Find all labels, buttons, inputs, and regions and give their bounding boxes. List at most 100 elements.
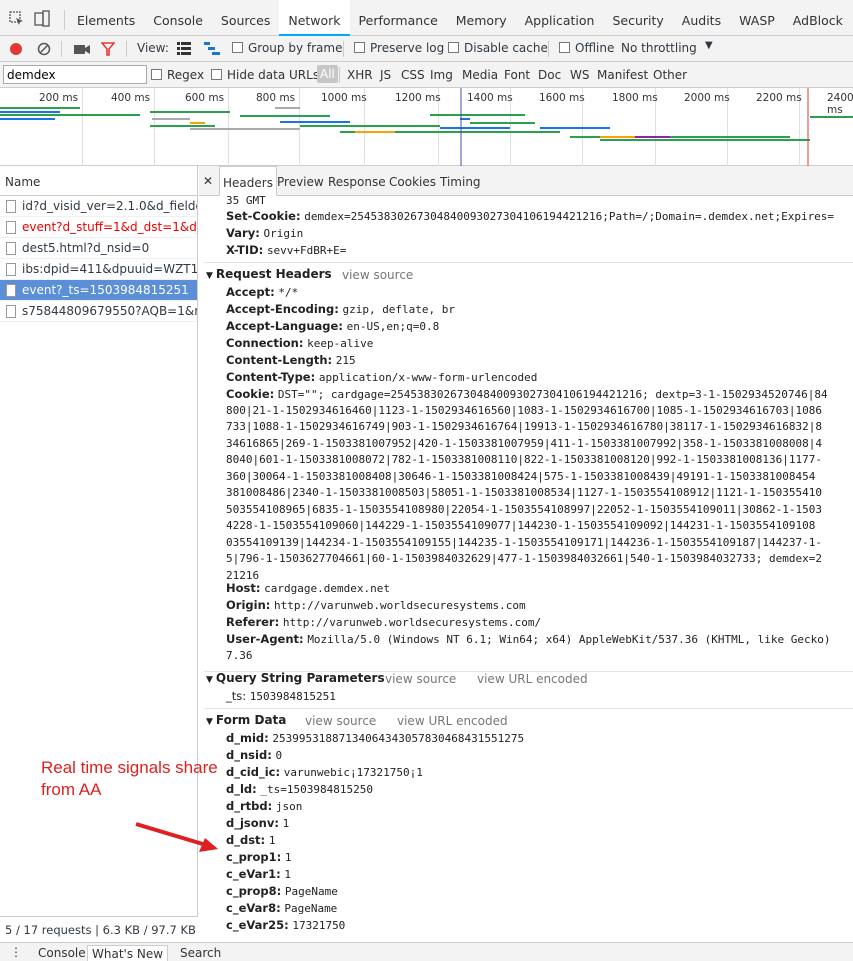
offline-checkbox[interactable]: Offline [559, 41, 614, 55]
filter-type-ws[interactable]: WS [570, 68, 589, 82]
form-field-value: PageName [284, 885, 338, 898]
request-row[interactable]: ibs:dpid=411&dpuuid=WZT1... [0, 259, 197, 280]
network-toolbar: View: Group by frame Preserve log Disabl… [0, 36, 853, 62]
hide-data-urls-label: Hide data URLs [227, 68, 320, 82]
form-field-value: _ts=1503984815250 [260, 783, 374, 796]
tab-headers[interactable]: Headers [219, 166, 277, 196]
throttling-select[interactable]: No throttling ▼ [621, 40, 713, 55]
request-header: Origin: http://varunweb.worldsecuresyste… [226, 598, 526, 612]
drawer-tab-console[interactable]: Console [38, 946, 86, 960]
section-divider [204, 262, 853, 263]
request-row[interactable]: s75844809679550?AQB=1&n... [0, 301, 197, 322]
toolbar-divider [339, 67, 340, 83]
inspect-element-icon[interactable] [8, 10, 26, 28]
request-header-value: cardgage.demdex.net [264, 582, 390, 595]
checkbox-box [448, 42, 459, 53]
request-header-key: Connection: [226, 336, 304, 350]
filter-input[interactable] [3, 65, 147, 84]
form-field: d_rtbd: json [226, 799, 302, 813]
name-column-header[interactable]: Name [0, 166, 197, 196]
tab-sources[interactable]: Sources [212, 0, 279, 36]
tab-audits[interactable]: Audits [673, 0, 730, 36]
form-field: d_dst: 1 [226, 833, 275, 847]
close-icon[interactable]: ✕ [203, 174, 213, 188]
disable-cache-checkbox[interactable]: Disable cache [448, 41, 548, 55]
overview-timeline[interactable]: 200 ms 400 ms 600 ms 800 ms 1000 ms 1200 ms 14… [0, 88, 853, 166]
request-header: Accept-Encoding: gzip, deflate, br [226, 302, 455, 316]
view-source-link[interactable]: view source [305, 714, 376, 728]
form-field-key: d_cid_ic: [226, 765, 281, 779]
detail-tabs: ✕ Headers Preview Response Cookies Timing [199, 166, 853, 196]
request-bars [0, 88, 853, 166]
form-field-key: c_prop8: [226, 884, 282, 898]
filter-type-xhr[interactable]: XHR [347, 68, 373, 82]
filter-type-doc[interactable]: Doc [538, 68, 561, 82]
form-field-value: 17321750 [292, 919, 346, 932]
record-icon[interactable] [9, 42, 23, 56]
form-field-value: PageName [284, 902, 338, 915]
file-icon [6, 221, 16, 234]
request-row[interactable]: dest5.html?d_nsid=0 [0, 238, 197, 259]
filter-type-media[interactable]: Media [462, 68, 498, 82]
request-header-value: Mozilla/5.0 (Windows NT 6.1; Win64; x64)… [307, 633, 831, 646]
form-field: d_ld: _ts=1503984815250 [226, 782, 373, 796]
group-by-frame-checkbox[interactable]: Group by frame [232, 41, 342, 55]
request-header-key: Content-Length: [226, 353, 333, 367]
view-source-link[interactable]: view source [385, 672, 456, 686]
tab-network[interactable]: Network [279, 0, 350, 36]
tab-memory[interactable]: Memory [447, 0, 516, 36]
filter-type-css[interactable]: CSS [401, 68, 425, 82]
screenshot-icon[interactable] [74, 43, 90, 55]
request-row[interactable]: event?d_stuff=1&d_dst=1&d_... [0, 217, 197, 238]
file-icon [6, 284, 16, 297]
filter-type-font[interactable]: Font [504, 68, 530, 82]
group-by-frame-label: Group by frame [248, 41, 343, 55]
hide-data-urls-checkbox[interactable]: Hide data URLs [211, 68, 319, 82]
drawer-tab-search[interactable]: Search [180, 946, 221, 960]
view-source-link[interactable]: view source [342, 268, 413, 282]
tab-security[interactable]: Security [603, 0, 672, 36]
form-data-section[interactable]: ▼ Form Data [206, 713, 286, 727]
request-row[interactable]: id?d_visid_ver=2.1.0&d_fieldgr... [0, 196, 197, 217]
drawer-menu-icon[interactable]: ⋮ [10, 945, 22, 959]
cookie-header-key: Cookie: [226, 387, 275, 401]
file-icon [6, 242, 16, 255]
filter-type-other[interactable]: Other [653, 68, 687, 82]
view-url-encoded-link[interactable]: view URL encoded [477, 672, 588, 686]
filter-icon[interactable] [101, 42, 115, 56]
large-rows-icon[interactable] [177, 42, 191, 55]
request-header: Accept-Language: en-US,en;q=0.8 [226, 319, 439, 333]
request-header: Referer: http://varunweb.worldsecuresyst… [226, 615, 541, 629]
form-field-value: 0 [275, 749, 283, 762]
tab-adblock[interactable]: AdBlock [784, 0, 852, 36]
tab-response[interactable]: Response [328, 166, 386, 196]
query-params-section[interactable]: ▼ Query String Parameters [206, 671, 385, 685]
form-field: c_eVar1: 1 [226, 867, 291, 881]
tab-timing[interactable]: Timing [440, 166, 481, 196]
tab-elements[interactable]: Elements [68, 0, 144, 36]
filter-type-img[interactable]: Img [430, 68, 453, 82]
tab-wasp[interactable]: WASP [730, 0, 784, 36]
tab-application[interactable]: Application [516, 0, 604, 36]
tab-performance[interactable]: Performance [350, 0, 447, 36]
filter-type-all[interactable]: All [317, 65, 338, 83]
clear-icon[interactable] [37, 42, 51, 56]
filter-type-js[interactable]: JS [380, 68, 391, 82]
regex-checkbox[interactable]: Regex [151, 68, 204, 82]
view-url-encoded-link[interactable]: view URL encoded [397, 714, 508, 728]
drawer-bar: ⋮ Console What's New Search [0, 942, 853, 961]
filter-type-manifest[interactable]: Manifest [597, 68, 648, 82]
preserve-log-checkbox[interactable]: Preserve log [354, 41, 444, 55]
waterfall-icon[interactable] [204, 42, 220, 55]
device-toolbar-icon[interactable] [33, 10, 51, 28]
request-row[interactable]: event?_ts=1503984815251 [0, 280, 197, 301]
request-headers-section[interactable]: ▼ Request Headers [206, 267, 332, 281]
tab-console[interactable]: Console [144, 0, 212, 36]
request-header-value: gzip, deflate, br [342, 303, 456, 316]
drawer-tab-what-s-new[interactable]: What's New [87, 945, 169, 961]
file-icon [6, 305, 16, 318]
cookie-value-line: 381008486|2340-1-1503381008503|58051-1-1… [226, 486, 823, 499]
tab-preview[interactable]: Preview [277, 166, 324, 196]
tab-cookies[interactable]: Cookies [389, 166, 436, 196]
checkbox-box [354, 42, 365, 53]
